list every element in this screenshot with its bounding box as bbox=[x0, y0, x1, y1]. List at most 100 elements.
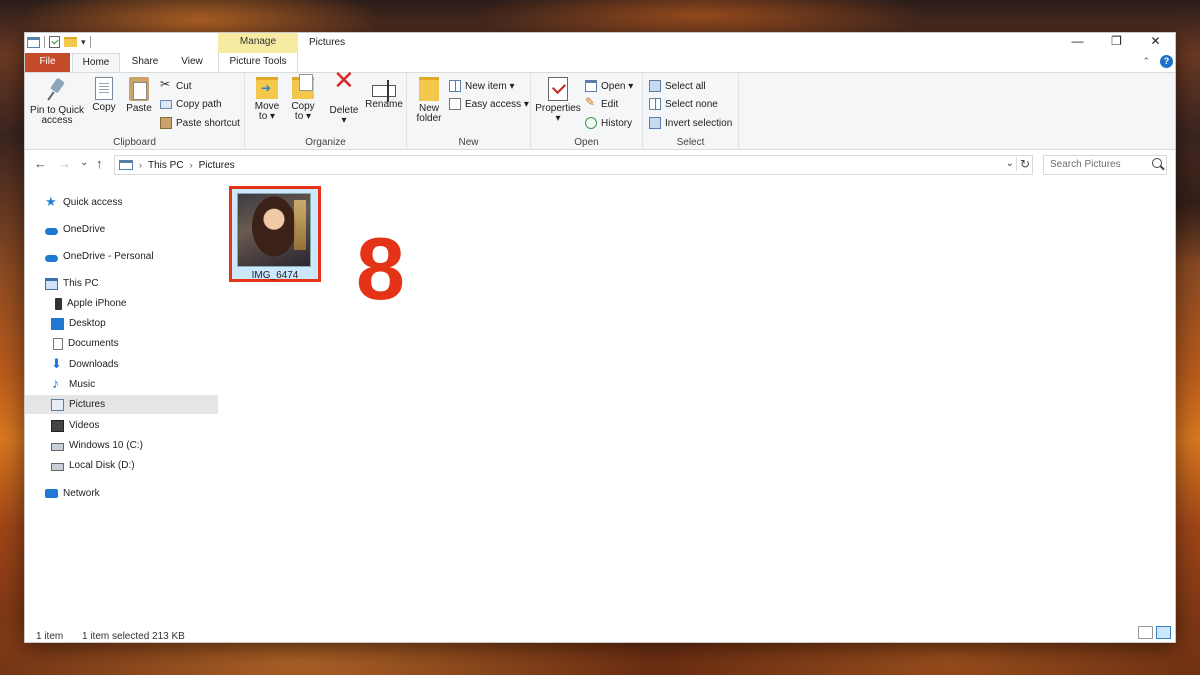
new-item-button[interactable]: New item ▾ bbox=[449, 78, 514, 94]
item-count: 1 item bbox=[36, 631, 64, 642]
sidebar-item-quick-access[interactable]: Quick access bbox=[25, 193, 218, 212]
select-none-icon bbox=[649, 98, 661, 110]
tab-file[interactable]: File bbox=[25, 53, 70, 72]
scissors-icon bbox=[160, 77, 172, 92]
copy-to-icon bbox=[292, 74, 314, 99]
organize-group: Move to ▾ Copy to ▾ Delete ▾ Rename Orga… bbox=[245, 73, 407, 150]
selection-info: 1 item selected 213 KB bbox=[82, 631, 185, 642]
select-all-button[interactable]: Select all bbox=[649, 78, 706, 94]
explorer-icon[interactable] bbox=[27, 36, 40, 48]
invert-selection-button[interactable]: Invert selection bbox=[649, 115, 732, 131]
paste-icon bbox=[129, 77, 149, 101]
file-item-selected[interactable]: IMG_6474 bbox=[229, 186, 321, 282]
properties-button[interactable]: Properties ▾ bbox=[533, 77, 583, 124]
pin-label-line2: access bbox=[41, 115, 73, 126]
sidebar-item-pictures[interactable]: Pictures bbox=[25, 395, 218, 414]
invert-selection-icon bbox=[649, 117, 661, 129]
back-arrow-icon[interactable]: ← bbox=[34, 156, 47, 171]
forward-arrow-icon[interactable]: → bbox=[58, 156, 71, 171]
new-folder-button[interactable]: New folder bbox=[411, 77, 447, 124]
delete-button[interactable]: Delete ▾ bbox=[327, 75, 361, 126]
tab-home[interactable]: Home bbox=[72, 53, 120, 72]
search-icon[interactable] bbox=[1152, 158, 1162, 168]
properties-dropdown-arrow[interactable]: ▾ bbox=[533, 114, 583, 124]
navigation-pane: Quick access OneDrive OneDrive - Persona… bbox=[25, 179, 218, 624]
cloud-icon bbox=[45, 227, 58, 235]
address-bar[interactable]: › This PC › Pictures ⌄ ↻ bbox=[114, 155, 1033, 175]
separator bbox=[89, 36, 91, 48]
large-icons-view-icon[interactable] bbox=[1156, 626, 1171, 639]
minimize-button[interactable]: — bbox=[1058, 33, 1097, 51]
sidebar-item-onedrive-personal[interactable]: OneDrive - Personal bbox=[25, 247, 218, 266]
rename-button[interactable]: Rename bbox=[365, 77, 403, 110]
sidebar-item-windows-c[interactable]: Windows 10 (C:) bbox=[25, 436, 218, 455]
pin-to-quick-access-button[interactable]: Pin to Quick access bbox=[29, 77, 85, 126]
sidebar-item-documents[interactable]: Documents bbox=[25, 334, 218, 353]
properties-icon[interactable] bbox=[49, 36, 60, 48]
address-dropdown-icon[interactable]: ⌄ bbox=[1006, 158, 1014, 169]
new-group-label: New bbox=[458, 137, 479, 148]
easy-access-icon bbox=[449, 98, 461, 110]
help-icon[interactable]: ? bbox=[1160, 55, 1173, 68]
sidebar-item-network[interactable]: Network bbox=[25, 484, 218, 503]
sidebar-item-local-disk-d[interactable]: Local Disk (D:) bbox=[25, 456, 218, 475]
sidebar-item-music[interactable]: Music bbox=[25, 375, 218, 394]
cloud-icon bbox=[45, 254, 58, 262]
details-view-icon[interactable] bbox=[1138, 626, 1153, 639]
copy-to-button[interactable]: Copy to ▾ bbox=[287, 74, 319, 122]
copy-path-button[interactable]: Copy path bbox=[160, 96, 222, 112]
sidebar-item-label: Downloads bbox=[69, 359, 119, 370]
clipboard-group-label: Clipboard bbox=[113, 137, 156, 148]
tab-share[interactable]: Share bbox=[123, 53, 167, 72]
paste-shortcut-button[interactable]: Paste shortcut bbox=[160, 115, 240, 131]
sidebar-item-label: OneDrive bbox=[63, 224, 106, 235]
new-group: New folder New item ▾ Easy access ▾ New bbox=[407, 73, 531, 150]
ribbon: Pin to Quick access Copy Paste Cut Copy … bbox=[25, 72, 1175, 150]
move-to-button[interactable]: Move to ▾ bbox=[251, 77, 283, 122]
breadcrumb-separator[interactable]: › bbox=[139, 160, 142, 170]
paste-shortcut-icon bbox=[160, 117, 172, 129]
delete-dropdown-arrow[interactable]: ▾ bbox=[327, 116, 361, 126]
open-button[interactable]: Open ▾ bbox=[585, 78, 633, 94]
videos-icon bbox=[51, 419, 64, 432]
view-toggle bbox=[1138, 626, 1171, 639]
open-group-label: Open bbox=[574, 137, 599, 148]
sidebar-item-desktop[interactable]: Desktop bbox=[25, 314, 218, 333]
recent-locations-icon[interactable]: ⌄ bbox=[80, 157, 88, 168]
up-arrow-icon[interactable]: ↑ bbox=[96, 156, 103, 171]
open-group: Properties ▾ Open ▾ Edit History Open bbox=[531, 73, 643, 150]
copy-path-icon bbox=[160, 99, 172, 109]
breadcrumb-this-pc[interactable]: This PC bbox=[148, 160, 184, 171]
close-button[interactable]: ✕ bbox=[1136, 33, 1175, 51]
sidebar-item-label: Local Disk (D:) bbox=[69, 460, 135, 471]
new-folder-icon[interactable] bbox=[64, 37, 77, 47]
sidebar-item-videos[interactable]: Videos bbox=[25, 416, 218, 435]
sidebar-item-label: OneDrive - Personal bbox=[63, 251, 154, 262]
copy-button[interactable]: Copy bbox=[89, 77, 119, 113]
tab-view[interactable]: View bbox=[170, 53, 214, 72]
customize-toolbar-icon[interactable]: ▾ bbox=[81, 37, 86, 48]
sidebar-item-downloads[interactable]: Downloads bbox=[25, 355, 218, 374]
sidebar-item-this-pc[interactable]: This PC bbox=[25, 274, 218, 293]
refresh-icon[interactable]: ↻ bbox=[1015, 157, 1030, 171]
minimize-ribbon-icon[interactable]: ⌃ bbox=[1142, 56, 1150, 67]
sidebar-item-onedrive[interactable]: OneDrive bbox=[25, 220, 218, 239]
cut-button[interactable]: Cut bbox=[160, 77, 192, 94]
maximize-button[interactable]: ❐ bbox=[1097, 33, 1136, 51]
history-button[interactable]: History bbox=[585, 115, 632, 131]
downloads-icon bbox=[51, 356, 64, 372]
easy-access-label: Easy access ▾ bbox=[465, 98, 529, 110]
sidebar-item-apple-iphone[interactable]: Apple iPhone bbox=[25, 294, 218, 313]
music-icon bbox=[51, 375, 64, 391]
edit-button[interactable]: Edit bbox=[585, 95, 619, 112]
manage-contextual-tab[interactable]: Manage bbox=[218, 33, 298, 53]
paste-button[interactable]: Paste bbox=[124, 77, 154, 114]
search-input[interactable]: Search Pictures bbox=[1043, 155, 1167, 175]
easy-access-button[interactable]: Easy access ▾ bbox=[449, 96, 529, 112]
breadcrumb-separator[interactable]: › bbox=[190, 160, 193, 170]
move-to-label-line2: to ▾ bbox=[258, 111, 276, 122]
select-none-button[interactable]: Select none bbox=[649, 96, 718, 112]
tab-picture-tools[interactable]: Picture Tools bbox=[218, 53, 298, 72]
breadcrumb-pictures[interactable]: Pictures bbox=[199, 160, 235, 171]
edit-label: Edit bbox=[601, 98, 619, 110]
